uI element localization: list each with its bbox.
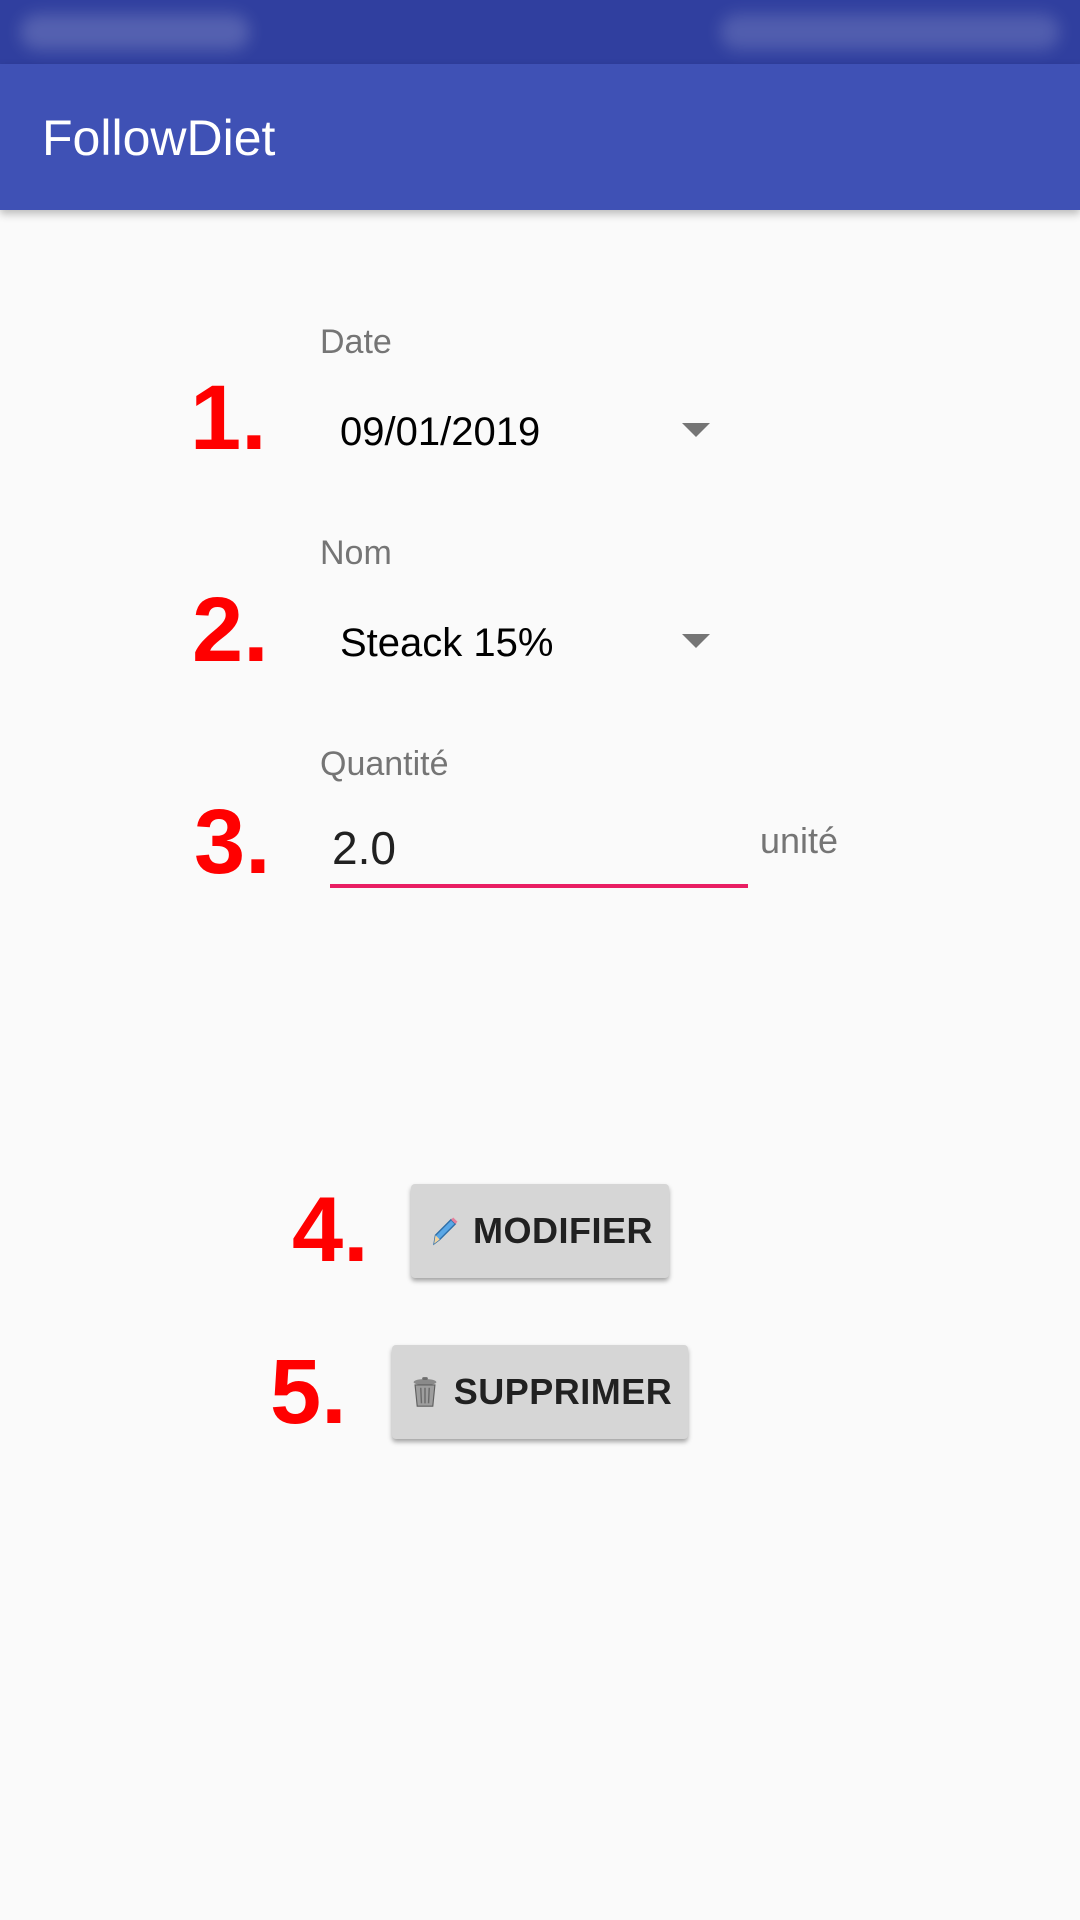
status-bar-right-blurred bbox=[720, 14, 1060, 50]
step-number-2: 2. bbox=[192, 579, 269, 681]
app-bar: FollowDiet bbox=[0, 64, 1080, 210]
name-label: Nom bbox=[320, 534, 392, 572]
step-number-3: 3. bbox=[194, 791, 271, 893]
step-number-4: 4. bbox=[292, 1179, 369, 1281]
pencil-icon bbox=[433, 1217, 458, 1246]
status-bar-left-blurred bbox=[20, 14, 250, 50]
date-label: Date bbox=[320, 323, 392, 361]
dropdown-arrow-icon bbox=[682, 423, 710, 437]
step-number-5: 5. bbox=[270, 1341, 347, 1443]
modify-button[interactable]: MODIFIER bbox=[411, 1184, 669, 1278]
quantity-input[interactable] bbox=[330, 812, 748, 888]
delete-button-label: SUPPRIMER bbox=[453, 1371, 673, 1412]
quantity-label: Quantité bbox=[320, 745, 449, 783]
trash-icon bbox=[413, 1377, 437, 1407]
app-title: FollowDiet bbox=[42, 110, 276, 166]
dropdown-arrow-icon bbox=[682, 634, 710, 648]
quantity-unit-label: unité bbox=[760, 820, 839, 861]
date-spinner[interactable]: 09/01/2019 bbox=[320, 395, 720, 465]
date-value: 09/01/2019 bbox=[340, 410, 541, 454]
status-bar bbox=[0, 0, 1080, 64]
name-spinner[interactable]: Steack 15% bbox=[320, 606, 720, 676]
name-value: Steack 15% bbox=[340, 621, 554, 665]
modify-button-label: MODIFIER bbox=[473, 1210, 653, 1251]
step-number-1: 1. bbox=[190, 367, 267, 469]
delete-button[interactable]: SUPPRIMER bbox=[392, 1345, 688, 1439]
